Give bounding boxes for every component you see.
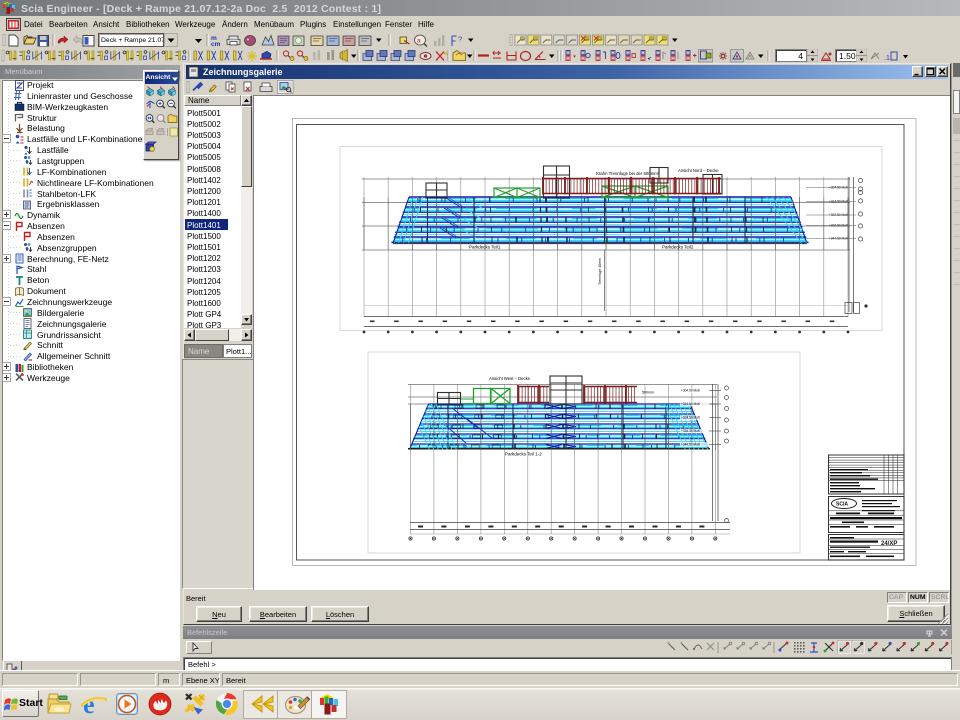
svg-text:Krahn Trennfuge bei der 500mm²: Krahn Trennfuge bei der 500mm²: [596, 171, 660, 176]
svg-text:?: ?: [458, 35, 462, 44]
svg-text:.1: .1: [884, 55, 890, 62]
svg-text:+334.50 MoK: +334.50 MoK: [681, 429, 701, 433]
svg-text:Parkdecks Teil1: Parkdecks Teil1: [469, 245, 501, 250]
svg-text:cm: cm: [211, 41, 221, 48]
svg-text:SCIA: SCIA: [836, 502, 848, 508]
svg-text:24/XP: 24/XP: [881, 541, 897, 547]
svg-text:Trennfuge 40mm: Trennfuge 40mm: [598, 258, 602, 285]
svg-text:+324.50 MoK: +324.50 MoK: [681, 416, 701, 420]
svg-text:Parkdecks Teil 1-2: Parkdecks Teil 1-2: [505, 452, 542, 457]
svg-text:+314.50 MoK: +314.50 MoK: [681, 402, 701, 406]
svg-text:+304.50 MoK: +304.50 MoK: [681, 389, 701, 393]
svg-text:a: a: [417, 38, 421, 45]
svg-text:+344.50 MoK: +344.50 MoK: [681, 443, 701, 447]
svg-text:Ansicht West − Decke: Ansicht West − Decke: [489, 376, 531, 381]
svg-text:Ansicht Nord − Decke: Ansicht Nord − Decke: [678, 168, 719, 173]
svg-text:Parkdecks Teil2: Parkdecks Teil2: [662, 245, 694, 250]
svg-text:500mm: 500mm: [642, 391, 654, 395]
